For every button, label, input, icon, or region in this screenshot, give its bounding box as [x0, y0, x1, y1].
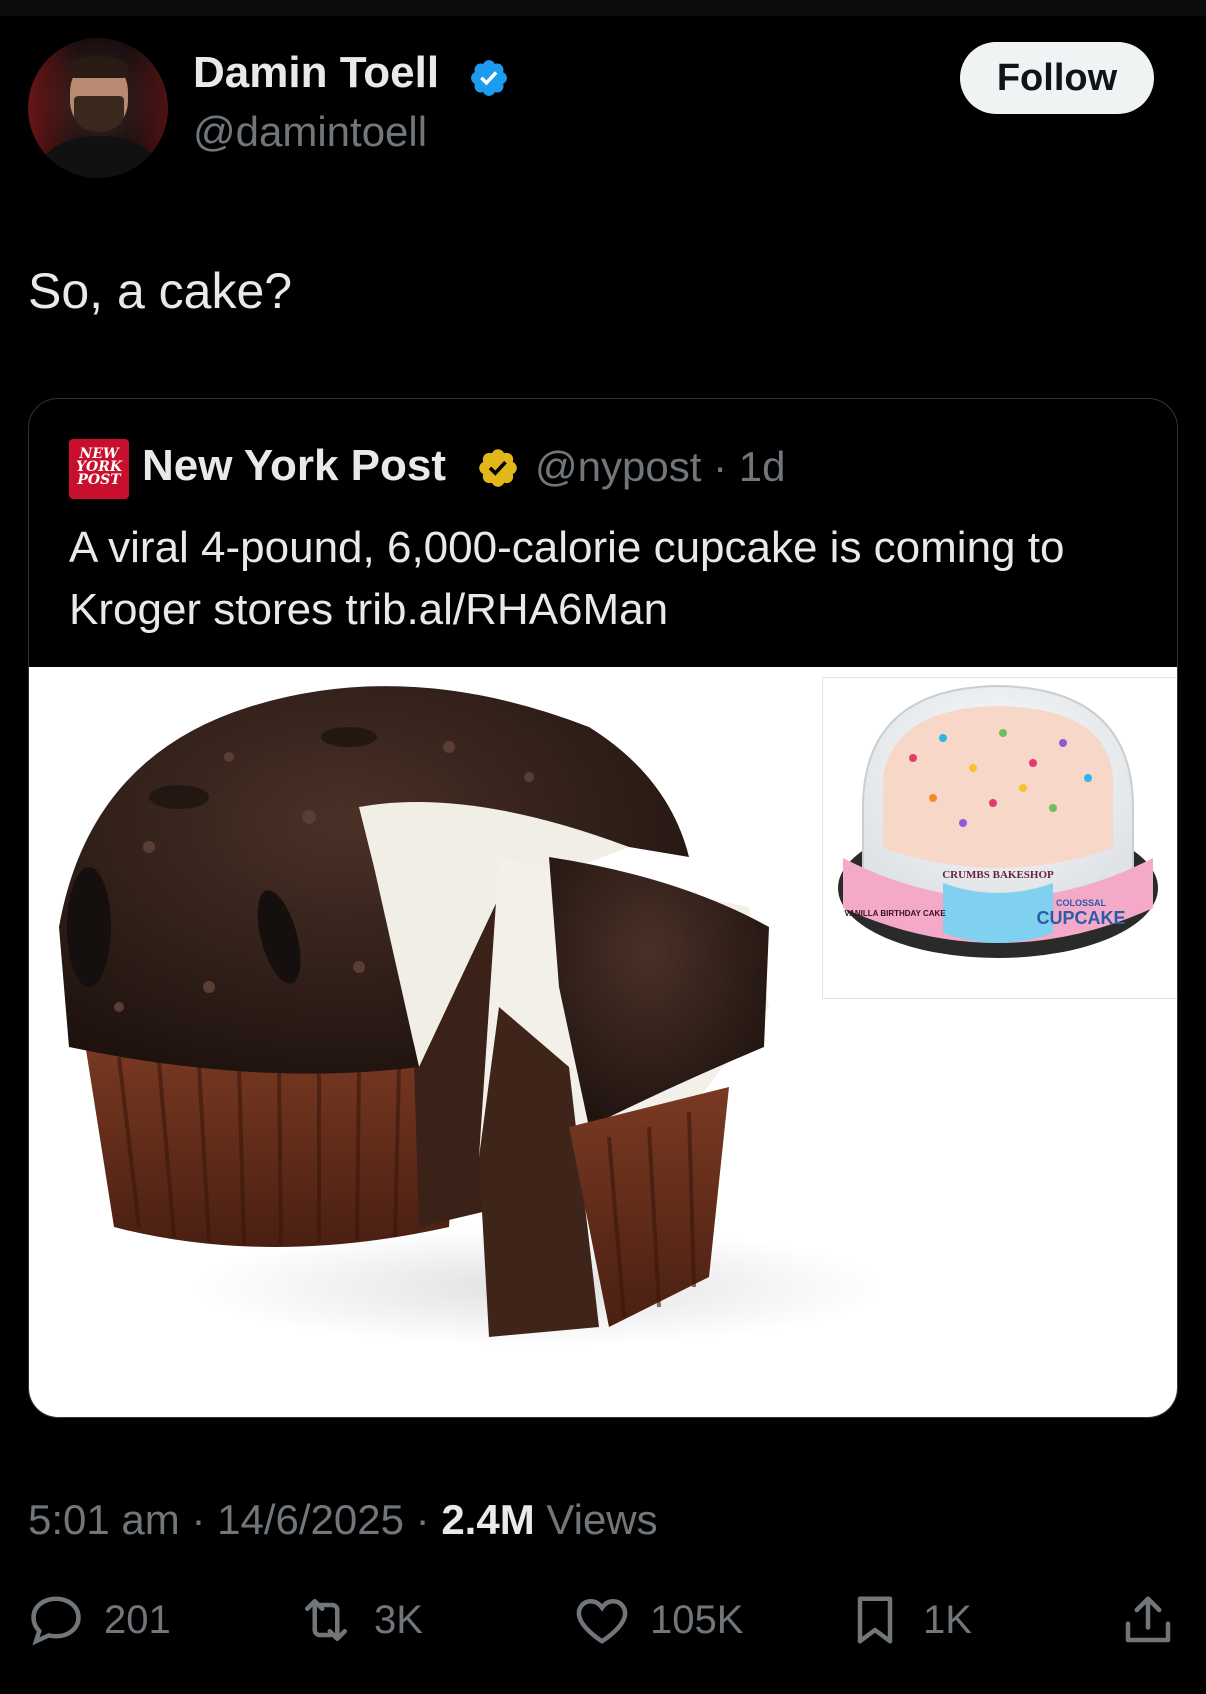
share-button[interactable] [1118, 1590, 1196, 1650]
author-handle[interactable]: @damintoell [193, 108, 427, 156]
follow-button[interactable]: Follow [960, 42, 1154, 114]
meta-separator: · [191, 1496, 206, 1543]
cupcake-package-image: CRUMBS BAKESHOP VANILLA BIRTHDAY CAKE CO… [838, 684, 1158, 958]
share-icon [1125, 1596, 1171, 1643]
bookmark-count: 1K [923, 1597, 972, 1642]
author-name[interactable]: Damin Toell [193, 48, 439, 98]
reply-count: 201 [104, 1597, 171, 1642]
verified-badge-icon [471, 60, 507, 96]
package-flavor-text: VANILLA BIRTHDAY CAKE [844, 909, 946, 918]
quoted-meta: @nypost · 1d [535, 443, 785, 491]
like-count: 105K [650, 1597, 744, 1642]
quoted-tweet-card[interactable]: NEW YORK POST New York Post @nypost · 1d… [28, 398, 1178, 1418]
giant-cupcake-image [59, 686, 769, 1337]
meta-separator: · [415, 1496, 430, 1543]
tweet-meta: 5:01 am · 14/6/2025 · 2.4M Views [28, 1496, 658, 1544]
bookmark-button[interactable]: 1K [845, 1590, 972, 1650]
tweet-time[interactable]: 5:01 am [28, 1496, 180, 1543]
cupcake-photo[interactable]: CRUMBS BAKESHOP VANILLA BIRTHDAY CAKE CO… [29, 667, 1177, 1417]
quoted-tweet-text: A viral 4-pound, 6,000-calorie cupcake i… [69, 523, 1065, 634]
tweet-text: So, a cake? [28, 263, 293, 319]
reply-button[interactable]: 201 [26, 1590, 171, 1650]
like-button[interactable]: 105K [572, 1590, 743, 1650]
repost-button[interactable]: 3K [296, 1590, 423, 1650]
meta-separator: · [713, 443, 728, 490]
author-avatar[interactable] [28, 38, 168, 178]
verified-gold-badge-icon [479, 449, 517, 487]
package-product-top-text: COLOSSAL [1056, 898, 1107, 908]
package-brand-text: CRUMBS BAKESHOP [942, 869, 1054, 881]
views-count: 2.4M [441, 1496, 535, 1543]
heart-icon [576, 1598, 628, 1644]
quoted-handle[interactable]: @nypost [535, 443, 701, 490]
tweet-date[interactable]: 14/6/2025 [217, 1496, 404, 1543]
nypost-logo[interactable]: NEW YORK POST [69, 439, 129, 499]
package-product-text: CUPCAKE [1036, 908, 1125, 928]
package-inset-image: CRUMBS BAKESHOP VANILLA BIRTHDAY CAKE CO… [822, 677, 1177, 999]
quoted-author-name[interactable]: New York Post [142, 441, 446, 491]
repost-count: 3K [374, 1597, 423, 1642]
status-bar-strip [0, 0, 1206, 16]
bookmark-icon [857, 1596, 893, 1644]
quoted-age: 1d [738, 443, 786, 490]
repost-icon [305, 1599, 347, 1641]
views-label: Views [546, 1496, 658, 1543]
reply-icon [31, 1596, 81, 1646]
